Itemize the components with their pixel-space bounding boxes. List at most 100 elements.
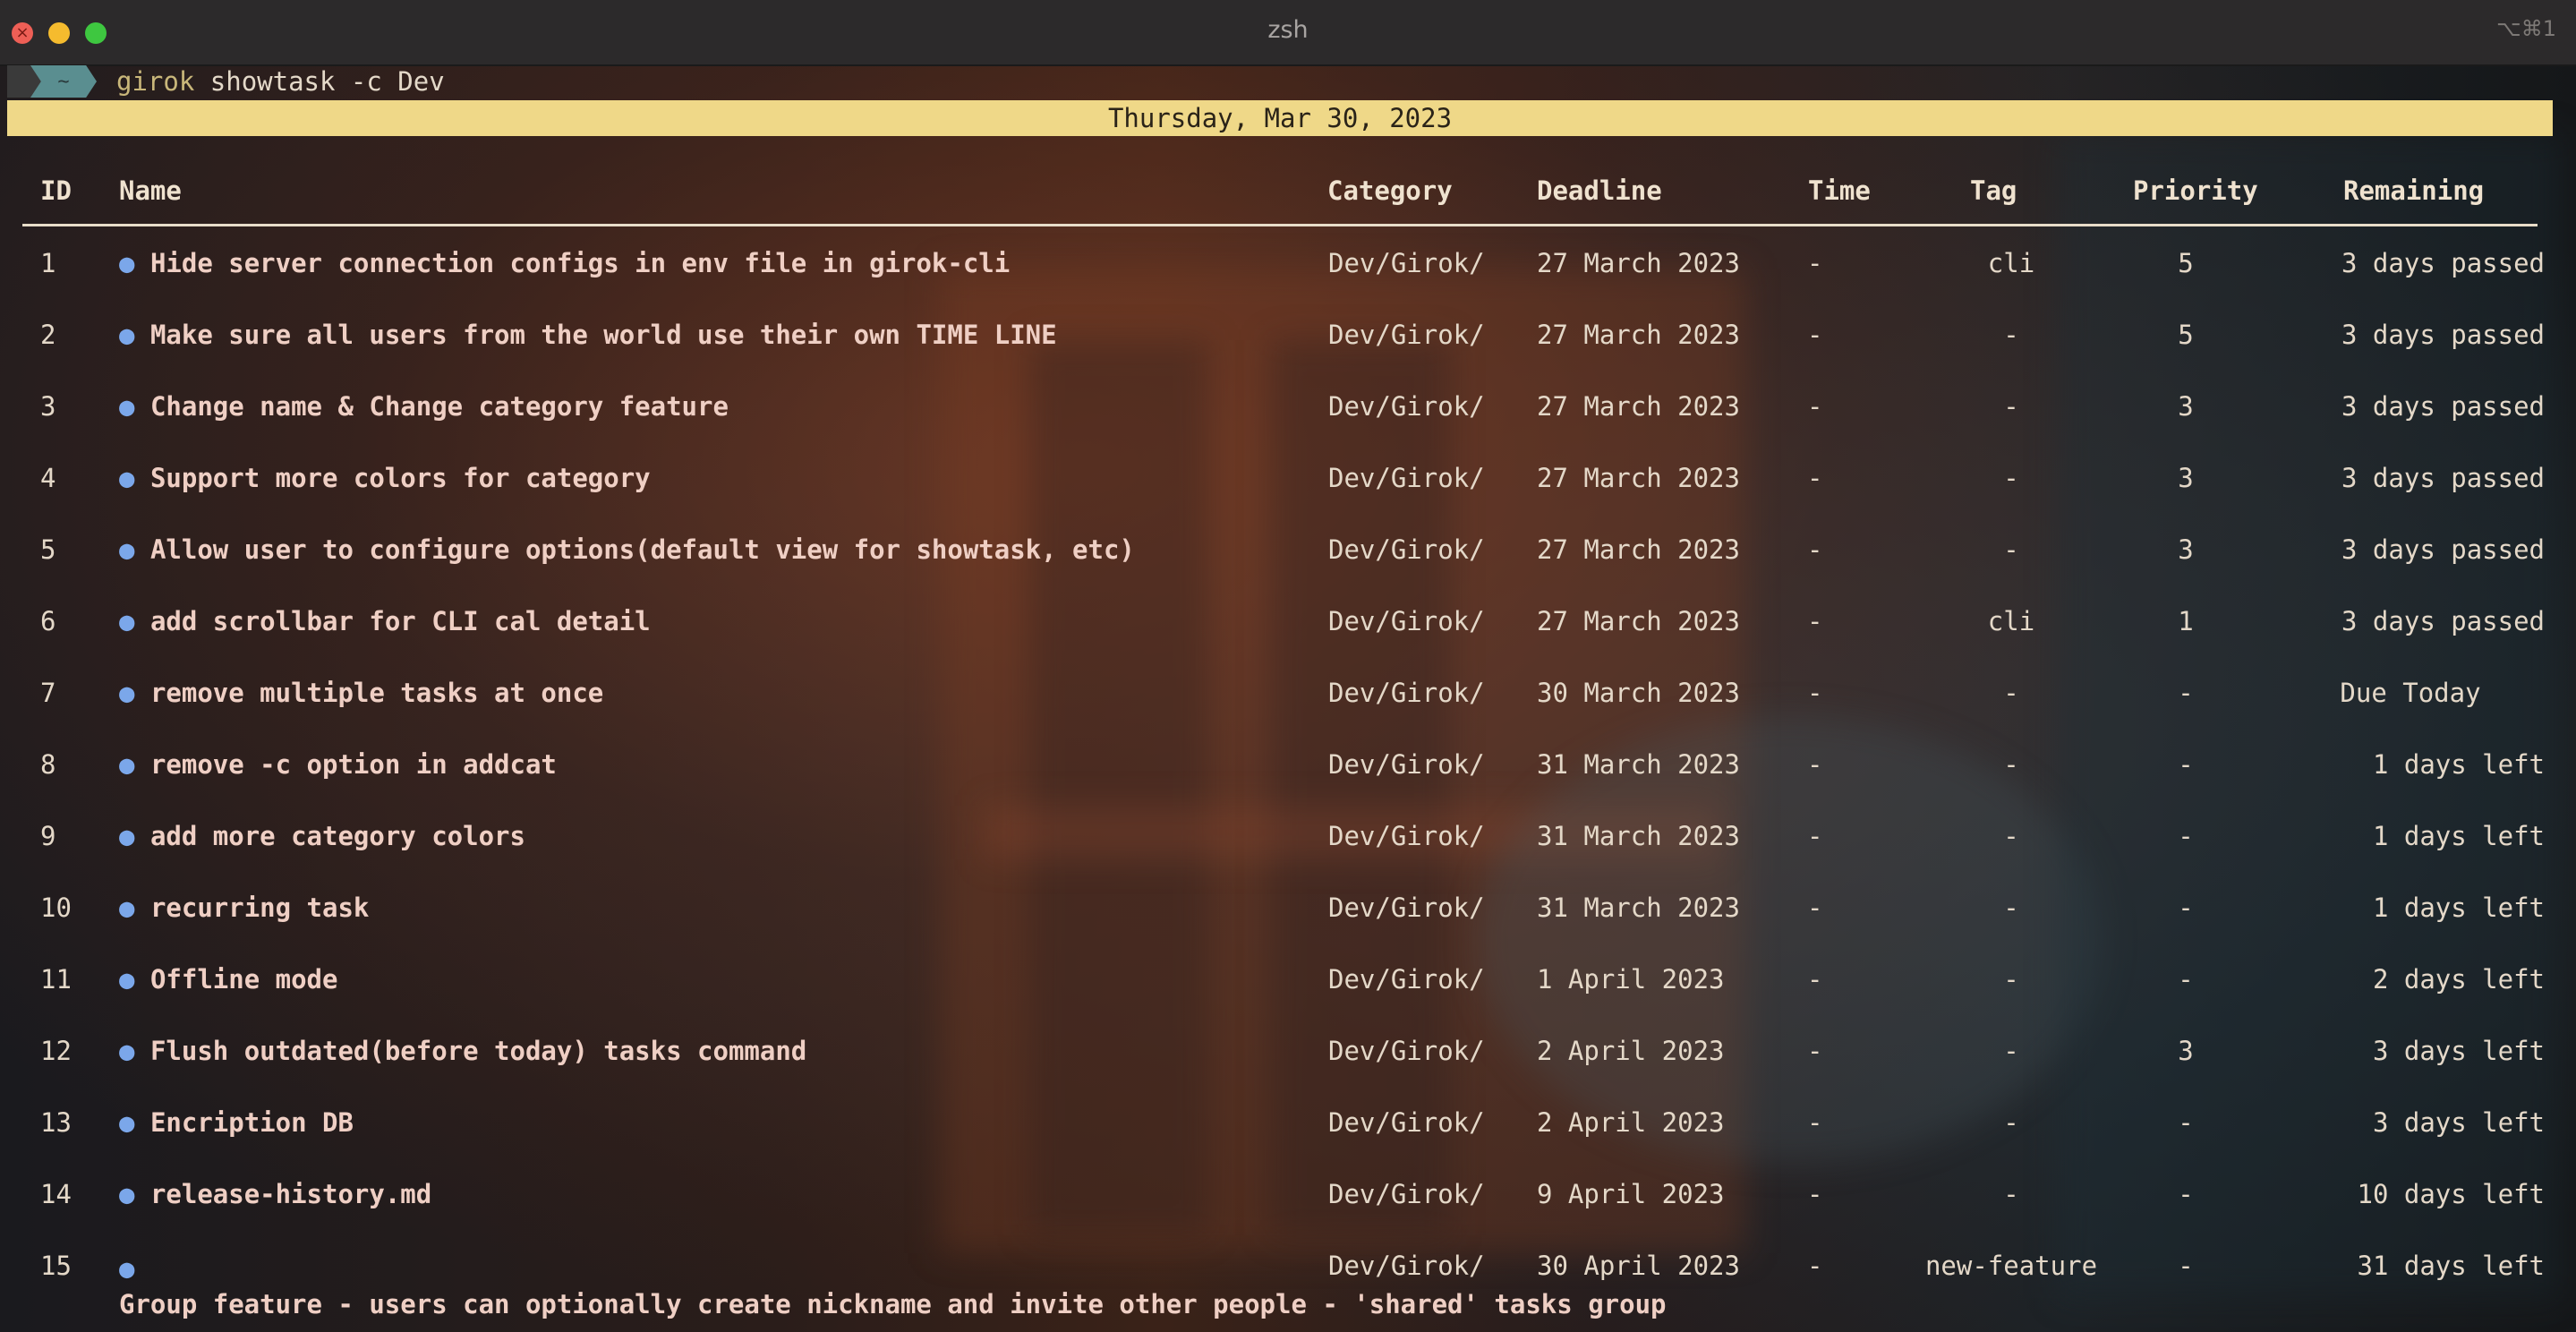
task-remaining: 3 days passed [2341, 463, 2545, 493]
task-category: Dev/Girok/ [1328, 892, 1485, 923]
task-priority: 3 [2178, 534, 2194, 565]
task-tag: - [2003, 678, 2019, 708]
bullet-icon: ● [119, 821, 135, 851]
task-category: Dev/Girok/ [1328, 821, 1485, 851]
task-priority: - [2178, 749, 2194, 780]
bullet-icon: ● [119, 1036, 135, 1066]
task-priority: 3 [2178, 463, 2194, 493]
bullet-icon: ● [119, 391, 135, 422]
task-name-cell: ● Support more colors for category [119, 463, 651, 493]
task-deadline: 31 March 2023 [1537, 892, 1740, 923]
task-time: - [1807, 1107, 1823, 1138]
bullet-icon: ● [119, 892, 135, 923]
task-priority: 1 [2178, 606, 2194, 636]
task-deadline: 27 March 2023 [1537, 248, 1740, 278]
task-remaining: 3 days passed [2341, 606, 2545, 636]
task-category: Dev/Girok/ [1328, 534, 1485, 565]
task-name: add scrollbar for CLI cal detail [149, 606, 651, 636]
terminal-window: × zsh ⌥⌘1 ~ girok showtask -c Dev Thursd… [0, 0, 2576, 1332]
task-tag: - [2003, 964, 2019, 995]
task-name: Support more colors for category [149, 463, 651, 493]
task-priority: - [2178, 821, 2194, 851]
task-id: 9 [40, 821, 56, 851]
task-tag: - [2003, 892, 2019, 923]
bullet-icon: ● [119, 964, 135, 995]
task-priority: 5 [2178, 248, 2194, 278]
task-remaining: 1 days left [2372, 892, 2545, 923]
task-time: - [1807, 320, 1823, 350]
task-priority: 3 [2178, 391, 2194, 422]
task-table: ID Name Category Deadline Time Tag Prior… [22, 143, 2545, 1328]
task-category: Dev/Girok/ [1328, 320, 1485, 350]
task-name-cell: ● recurring task [119, 892, 369, 923]
header-category: Category [1327, 175, 1453, 206]
task-id: 6 [40, 606, 56, 636]
command-args: showtask -c Dev [194, 66, 445, 97]
task-tag: - [2003, 821, 2019, 851]
task-name-cell: ● Make sure all users from the world use… [119, 320, 1057, 350]
header-tag: Tag [1970, 175, 2017, 206]
task-time: - [1807, 606, 1823, 636]
task-id: 7 [40, 678, 56, 708]
command-line[interactable]: girok showtask -c Dev [116, 66, 445, 97]
task-deadline: 27 March 2023 [1537, 463, 1740, 493]
task-name-cell: ● add scrollbar for CLI cal detail [119, 606, 651, 636]
task-tag: - [2003, 391, 2019, 422]
task-deadline: 27 March 2023 [1537, 320, 1740, 350]
task-remaining: 3 days passed [2341, 534, 2545, 565]
task-category: Dev/Girok/ [1328, 1251, 1485, 1281]
table-row: 10 Dev/Girok/31 March 2023 - - - 1 days left ●… [22, 871, 2545, 943]
task-deadline: 30 March 2023 [1537, 678, 1740, 708]
task-deadline: 1 April 2023 [1537, 964, 1725, 995]
task-deadline: 9 April 2023 [1537, 1179, 1725, 1209]
task-id: 15 [40, 1251, 72, 1281]
task-name-cell: ● Hide server connection configs in env … [119, 248, 1010, 278]
bullet-icon: ● [119, 749, 135, 780]
task-tag: - [2003, 463, 2019, 493]
task-priority: - [2178, 1251, 2194, 1281]
task-id: 2 [40, 320, 56, 350]
task-tag: cli [1987, 606, 2035, 636]
command-binary: girok [116, 66, 195, 97]
date-banner: Thursday, Mar 30, 2023 [7, 100, 2553, 136]
task-id: 14 [40, 1179, 72, 1209]
table-row: 8 Dev/Girok/31 March 2023 - - - 1 days left ● … [22, 728, 2545, 799]
task-priority: - [2178, 892, 2194, 923]
task-deadline: 2 April 2023 [1537, 1036, 1725, 1066]
table-row: 3 Dev/Girok/27 March 2023 - - 3 3 days passed… [22, 370, 2545, 441]
task-deadline: 31 March 2023 [1537, 821, 1740, 851]
task-name-cell: ● add more category colors [119, 821, 525, 851]
task-category: Dev/Girok/ [1328, 1107, 1485, 1138]
header-remaining: Remaining [2343, 175, 2485, 206]
task-tag: - [2003, 534, 2019, 565]
task-priority: - [2178, 1179, 2194, 1209]
task-name: Allow user to configure options(default … [149, 534, 1135, 565]
task-tag: cli [1987, 248, 2035, 278]
task-name: Flush outdated(before today) tasks comma… [149, 1036, 807, 1066]
task-name: Encription DB [149, 1107, 354, 1138]
task-time: - [1807, 821, 1823, 851]
task-id: 5 [40, 534, 56, 565]
task-remaining: 3 days left [2372, 1107, 2545, 1138]
task-name: Make sure all users from the world use t… [149, 320, 1057, 350]
task-id: 3 [40, 391, 56, 422]
table-row: 2 Dev/Girok/27 March 2023 - - 5 3 days passed… [22, 298, 2545, 370]
bullet-icon: ● [119, 320, 135, 350]
bullet-icon: ● [119, 1107, 135, 1138]
task-time: - [1807, 534, 1823, 565]
bullet-icon: ● [119, 1253, 135, 1284]
task-time: - [1807, 1251, 1823, 1281]
task-time: - [1807, 248, 1823, 278]
bullet-icon: ● [119, 463, 135, 493]
header-time: Time [1808, 175, 1871, 206]
shell-prompt[interactable]: ~ girok showtask -c Dev [7, 64, 445, 98]
table-row: 12 Dev/Girok/2 April 2023 - - 3 3 days left ● … [22, 1014, 2545, 1086]
bullet-icon: ● [119, 248, 135, 278]
task-name-cell: ● remove -c option in addcat [119, 749, 557, 780]
task-name-cell: ● Flush outdated(before today) tasks com… [119, 1036, 806, 1066]
task-deadline: 27 March 2023 [1537, 534, 1740, 565]
header-id: ID [40, 175, 72, 206]
task-category: Dev/Girok/ [1328, 678, 1485, 708]
task-time: - [1807, 1036, 1823, 1066]
task-name: recurring task [149, 892, 370, 923]
